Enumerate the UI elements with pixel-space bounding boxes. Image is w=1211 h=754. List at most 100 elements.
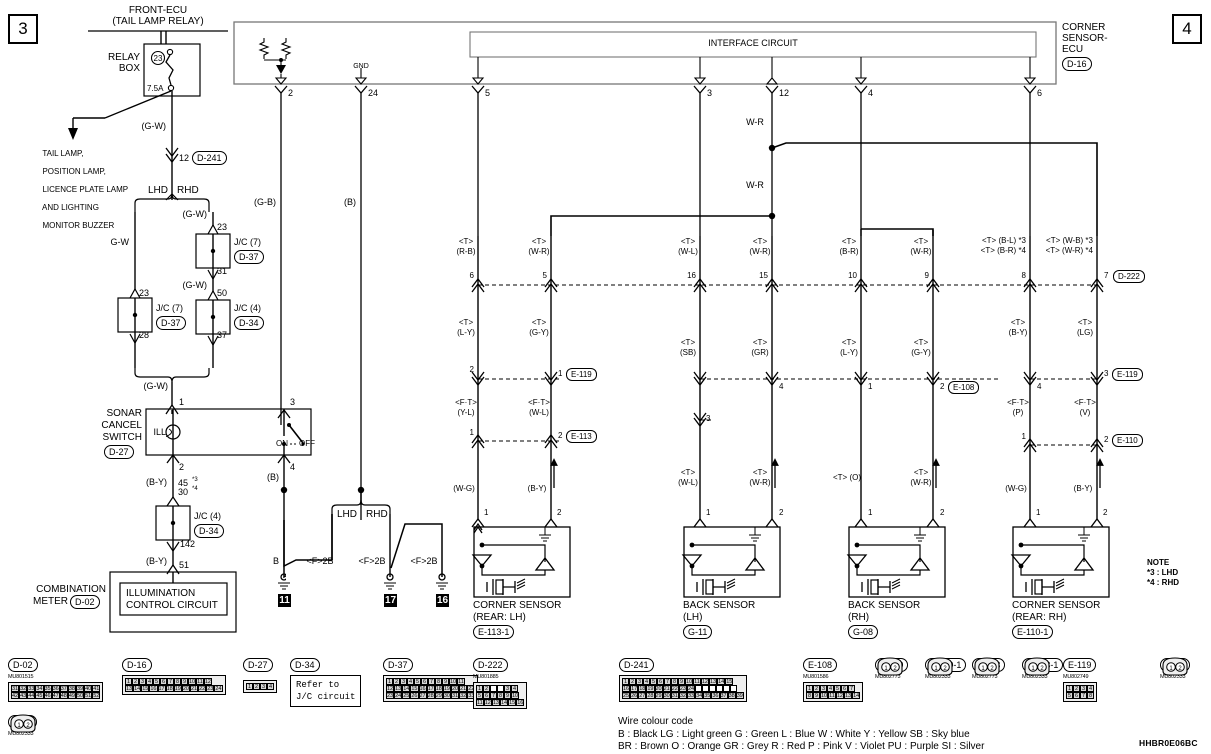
ecu-pin-6: 6 [1037, 88, 1043, 98]
pin-cell: 11 [457, 678, 465, 685]
wire-code-c3-top: <T> [752, 237, 768, 246]
ground-point-16: 16 [436, 594, 449, 607]
pin-cell: 51 [84, 692, 93, 699]
pin-cell: 20 [181, 685, 190, 692]
connector-pin-grid: 1 2 3 4 5 6 7 8 9 10 11 12 13 14 15 16 [473, 682, 528, 709]
connector-part-number: MU802749 [1063, 674, 1089, 680]
pin-cell: 52 [92, 692, 101, 699]
pin-num-c1-c: 2 [558, 431, 563, 440]
pin-cell: 20 [451, 685, 460, 692]
pin-cell: 4 [511, 685, 518, 692]
connector-view-d-241: D-241 1 2 3 4 5 6 7 8 9 10 11 12 13 14 15 16 17 18 19 20 21 22… [619, 655, 747, 702]
pin-cell: 15 [508, 699, 517, 706]
pin-cell: 7 [848, 685, 855, 692]
pin-cell: 5 [1066, 692, 1073, 699]
pin-cell: 7 [167, 678, 174, 685]
pin-cell: 39 [76, 685, 85, 692]
switch-on-label: ON [276, 439, 288, 448]
wire-label-by-switch: (B-Y) [146, 477, 167, 487]
pin-cell: 2 [132, 678, 139, 685]
pin-cell: 8 [174, 678, 181, 685]
pin-cell: 19 [173, 685, 182, 692]
drawing-code: HHBR0E06BC [1139, 738, 1198, 748]
sensor-2-connector: G-08 [848, 625, 879, 639]
pin-cell: 21 [459, 685, 468, 692]
sensor-pin-c1: 2 [557, 508, 562, 517]
wiring-diagram-sheet: 3 4 FRONT-ECU (TAIL LAMP RELAY) RELAY BO… [0, 0, 1211, 754]
corner-sensor-ecu-line3: ECU [1062, 44, 1084, 55]
pin-cell: 49 [67, 692, 76, 699]
wire-code-c2-mid: <T> [680, 338, 696, 347]
pin-num-c0-a: 6 [469, 271, 474, 280]
wire-colour-code-row2: BR : Brown O : Orange GR : Grey R : Red … [618, 741, 985, 752]
pin-cell-empty [497, 685, 504, 692]
pin-cell: 2 [1073, 685, 1080, 692]
illumination-circuit-line1: ILLUMINATION [126, 588, 196, 599]
connector-id-e-108: E-108 [803, 658, 838, 672]
wire-colour-c4-top: (B-R) [839, 247, 859, 256]
pin-cell: 19 [442, 685, 451, 692]
wire-label-gw-relay: (G-W) [141, 121, 167, 131]
pin-cell-empty [716, 685, 724, 692]
connector-pin-grid: 1 2 3 4 5 6 7 8 9 10 11 12 13 14 15 16 17 18 19 20 21 22 23 24 2… [619, 675, 747, 702]
wire-code-c2-low: <T> [680, 468, 696, 477]
jc4-lower-note-30: 30 [178, 487, 189, 497]
combination-meter-pin: 51 [179, 560, 190, 570]
pin-cell: 24 [214, 685, 223, 692]
wire-colour-c1-top: (W-R) [528, 247, 550, 256]
connector-tag-d241-inline: D-241 [192, 151, 227, 165]
sensor-2-name-line1: BACK SENSOR [848, 600, 921, 611]
pin-cell-empty [723, 685, 731, 692]
pin-cell: 21 [662, 685, 671, 692]
ecu-pin-24: 24 [368, 88, 379, 98]
jc4-lower-note-star3: *3 [192, 477, 198, 483]
pin-cell: 18 [434, 685, 443, 692]
pin-cell: 17 [426, 685, 435, 692]
wire-colour-c2-low: (W-L) [678, 478, 698, 487]
pin-cell: 2 [813, 685, 820, 692]
jc7-d37-lower-out-pin: 28 [139, 330, 150, 340]
page-number-right: 4 [1172, 14, 1202, 44]
connector-id-d-241: D-241 [619, 658, 654, 672]
wire-code-c0-mid: <T> [458, 318, 474, 327]
pin-cell: 9 [442, 678, 449, 685]
pin-cell: 11 [476, 699, 484, 706]
wire-label-f2b-2: <F>2B [358, 556, 386, 566]
wire-colour-code-title: Wire colour code [618, 716, 694, 727]
wire-colour-c1-bot: (B-Y) [527, 484, 547, 493]
jc7-d37-lower-connector: D-37 [156, 316, 186, 330]
pin-cell: 16 [516, 699, 525, 706]
wire-colour-c5-top: (W-R) [910, 247, 932, 256]
pin-cell: 25 [402, 692, 411, 699]
wire-code-c5-low: <T> [913, 468, 929, 477]
wire-code-c4-low: <T> (O) [832, 473, 862, 482]
jc7-d37-upper-in-pin: 23 [217, 222, 228, 232]
pin-cell: 6 [841, 685, 848, 692]
wire-code-c5-top: <T> [913, 237, 929, 246]
pin-num-c2-a: 16 [687, 271, 696, 280]
wire-label-gw-merged: (G-W) [143, 381, 169, 391]
wire-label-by-meter: (B-Y) [146, 556, 167, 566]
relay-number: 23 [153, 54, 163, 63]
pin-cell: 1 [125, 678, 132, 685]
pin-cell: 13 [491, 699, 500, 706]
pin-cell-empty [490, 685, 497, 692]
pin-cell: 1 [622, 678, 629, 685]
ecu-pin-4: 4 [868, 88, 874, 98]
wire-code-c7-mid: <T> [1077, 318, 1093, 327]
pin-cell: 41 [92, 685, 101, 692]
tail-lamp-branch-label: TAIL LAMP, POSITION LAMP, LICENCE PLATE … [42, 149, 129, 230]
pin-cell: 24 [687, 685, 696, 692]
pin-num-c7-b: 3 [1104, 369, 1109, 378]
connector-tag-c1-c: E-113 [566, 430, 597, 443]
connector-id-d-16: D-16 [122, 658, 152, 672]
wire-code-c0-low: <F·T> [455, 398, 477, 407]
wire-colour-c0-mid: (L-Y) [457, 328, 475, 337]
pin-cell: 14 [133, 685, 142, 692]
sonar-switch-pin2: 2 [179, 462, 185, 472]
pin-cell: 6 [657, 678, 664, 685]
pin-cell: 30 [662, 692, 671, 699]
pin-cell: 5 [153, 678, 160, 685]
wire-code-c1-top: <T> [531, 237, 547, 246]
sensor-pin-c5: 2 [940, 508, 945, 517]
